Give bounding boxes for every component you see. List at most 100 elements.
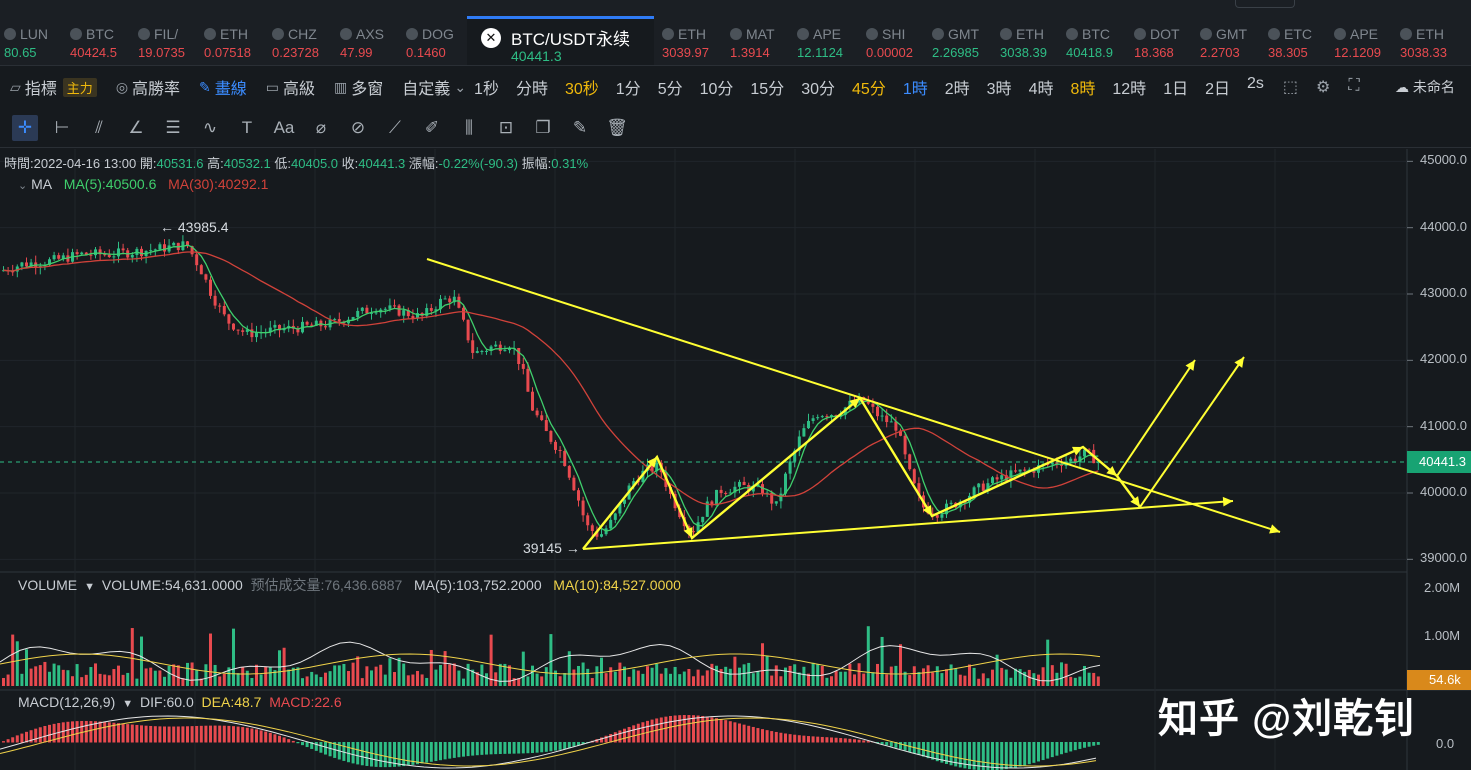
ticker-item[interactable]: DOG 0.1460 xyxy=(406,0,472,65)
ticker-item[interactable]: ETH 3039.97 xyxy=(662,0,728,65)
interval-option[interactable]: 分時 xyxy=(516,75,548,99)
volume-label[interactable]: VOLUME xyxy=(18,577,77,593)
price-chart[interactable] xyxy=(0,149,1471,770)
macd-bar xyxy=(830,737,833,743)
coin-icon xyxy=(1066,28,1078,40)
ruler-tool-icon[interactable]: ⟋ xyxy=(382,115,408,141)
interval-option[interactable]: 1時 xyxy=(903,75,928,99)
select-area-icon[interactable]: ⬚ xyxy=(1283,77,1298,97)
chevron-down-icon[interactable]: ▼ xyxy=(81,581,98,593)
volume-bar xyxy=(558,676,562,686)
font-tool-icon[interactable]: Aa xyxy=(271,115,297,141)
trend-line-tool-icon[interactable]: ⫽ xyxy=(86,115,112,141)
draw-button[interactable]: ✎ 畫線 xyxy=(199,75,247,99)
advanced-button[interactable]: ▭ 高級 xyxy=(266,75,315,99)
macd-bar xyxy=(48,724,51,743)
edit-tool-icon[interactable]: ✎ xyxy=(567,115,593,141)
interval-option[interactable]: 3時 xyxy=(987,75,1012,99)
ticker-name: SHI xyxy=(882,26,906,42)
interval-option[interactable]: 30秒 xyxy=(565,75,599,99)
interval-option[interactable]: 1日 xyxy=(1163,75,1188,99)
macd-label[interactable]: MACD(12,26,9) xyxy=(18,694,115,710)
volume-bar xyxy=(268,667,272,686)
layout-name-button[interactable]: ☁ 未命名 xyxy=(1395,77,1455,97)
candle-body xyxy=(466,319,470,341)
wave-tool-icon[interactable]: ∿ xyxy=(197,115,223,141)
interval-option[interactable]: 2時 xyxy=(945,75,970,99)
active-pair-name: BTC/USDT永续 xyxy=(511,30,630,49)
macd-bar xyxy=(209,725,212,743)
top-search-box[interactable] xyxy=(1235,0,1295,8)
brush-tool-icon[interactable]: ✐ xyxy=(419,115,445,141)
ticker-item[interactable]: AXS 47.99 xyxy=(340,0,406,65)
custom-interval-dropdown[interactable]: 自定義 ⌄ xyxy=(402,75,466,99)
interval-option[interactable]: 2日 xyxy=(1205,75,1230,99)
macd-bar xyxy=(1069,742,1073,752)
macd-bar xyxy=(480,742,484,755)
interval-option[interactable]: 30分 xyxy=(801,75,835,99)
ticker-item[interactable]: GMT 2.2703 xyxy=(1200,0,1266,65)
fullscreen-icon[interactable]: ⛶ xyxy=(1348,77,1359,97)
collapse-arrow-icon[interactable]: ⌄ xyxy=(18,180,27,192)
text-tool-icon[interactable]: T xyxy=(234,115,260,141)
ticker-item[interactable]: LUN 80.65 xyxy=(4,0,70,65)
interval-option[interactable]: 4時 xyxy=(1029,75,1054,99)
candle-body xyxy=(130,254,134,258)
ticker-item[interactable]: MAT 1.3914 xyxy=(730,0,796,65)
high-win-button[interactable]: ◎ 高勝率 xyxy=(116,75,180,99)
ticker-item[interactable]: ETH 0.07518 xyxy=(204,0,270,65)
interval-option[interactable]: 15分 xyxy=(750,75,784,99)
macd-bar xyxy=(816,736,820,743)
interval-option[interactable]: 45分 xyxy=(852,75,886,99)
parallel-channel-tool-icon[interactable]: ☰ xyxy=(160,115,186,141)
macd-bar xyxy=(144,725,148,743)
open-value: 40531.6 xyxy=(156,156,204,171)
ticker-item[interactable]: ETH 3038.39 xyxy=(1000,0,1066,65)
ticker-item[interactable]: DOT 18.368 xyxy=(1134,0,1200,65)
crosshair-tool-icon[interactable]: ✛ xyxy=(12,114,38,141)
volume-bar xyxy=(140,636,143,686)
chevron-down-icon[interactable]: ▼ xyxy=(119,698,136,710)
interval-option[interactable]: 2s xyxy=(1247,75,1264,99)
settings-icon[interactable]: ⚙ xyxy=(1316,77,1330,97)
copy-tool-icon[interactable]: ❐ xyxy=(530,115,556,141)
ticker-item[interactable]: ETC 38.305 xyxy=(1268,0,1334,65)
horizontal-line-tool-icon[interactable]: ⊢ xyxy=(49,115,75,141)
ticker-item[interactable]: GMT 2.26985 xyxy=(932,0,998,65)
interval-option[interactable]: 5分 xyxy=(658,75,683,99)
volume-bar xyxy=(678,674,682,686)
volume-bar xyxy=(650,667,654,686)
volume-bar xyxy=(715,665,718,686)
candle-body xyxy=(600,534,603,537)
indicator-button[interactable]: ▱ 指標 主力 xyxy=(10,75,97,99)
ticker-item[interactable]: APE 12.1124 xyxy=(797,0,863,65)
candle-body xyxy=(1073,458,1077,462)
active-ticker-tab[interactable]: ✕ BTC/USDT永续 40441.3 xyxy=(467,16,654,65)
interval-option[interactable]: 12時 xyxy=(1112,75,1146,99)
candles-tool-icon[interactable]: ⫼ xyxy=(456,115,482,141)
interval-option[interactable]: 1分 xyxy=(616,75,641,99)
interval-option[interactable]: 10分 xyxy=(700,75,734,99)
lock-tool-icon[interactable]: ⊡ xyxy=(493,115,519,141)
eraser-tool-icon[interactable]: ⌀ xyxy=(308,115,334,141)
volume-bar xyxy=(991,669,994,686)
candle-body xyxy=(397,305,401,316)
ticker-item[interactable]: BTC 40424.5 xyxy=(70,0,136,65)
angle-tool-icon[interactable]: ∠ xyxy=(123,115,149,141)
ticker-item[interactable]: ETH 3038.33 xyxy=(1400,0,1466,65)
volume-bar xyxy=(664,668,668,686)
macd-bar xyxy=(1078,742,1082,749)
interval-option[interactable]: 8時 xyxy=(1070,75,1095,99)
volume-bar xyxy=(908,675,912,686)
magnet-tool-icon[interactable]: ⊘ xyxy=(345,115,371,141)
interval-option[interactable]: 1秒 xyxy=(474,75,499,99)
trash-tool-icon[interactable]: 🗑 xyxy=(604,115,630,141)
candle-body xyxy=(949,502,953,504)
ticker-item[interactable]: SHI 0.00002 xyxy=(866,0,932,65)
ticker-item[interactable]: APE 12.1209 xyxy=(1334,0,1400,65)
ticker-item[interactable]: BTC 40418.9 xyxy=(1066,0,1132,65)
ticker-item[interactable]: CHZ 0.23728 xyxy=(272,0,338,65)
multi-window-button[interactable]: ▥ 多窗 xyxy=(334,75,383,99)
ticker-item[interactable]: FIL/19.0735 xyxy=(138,0,204,65)
macd-bar xyxy=(117,723,120,743)
